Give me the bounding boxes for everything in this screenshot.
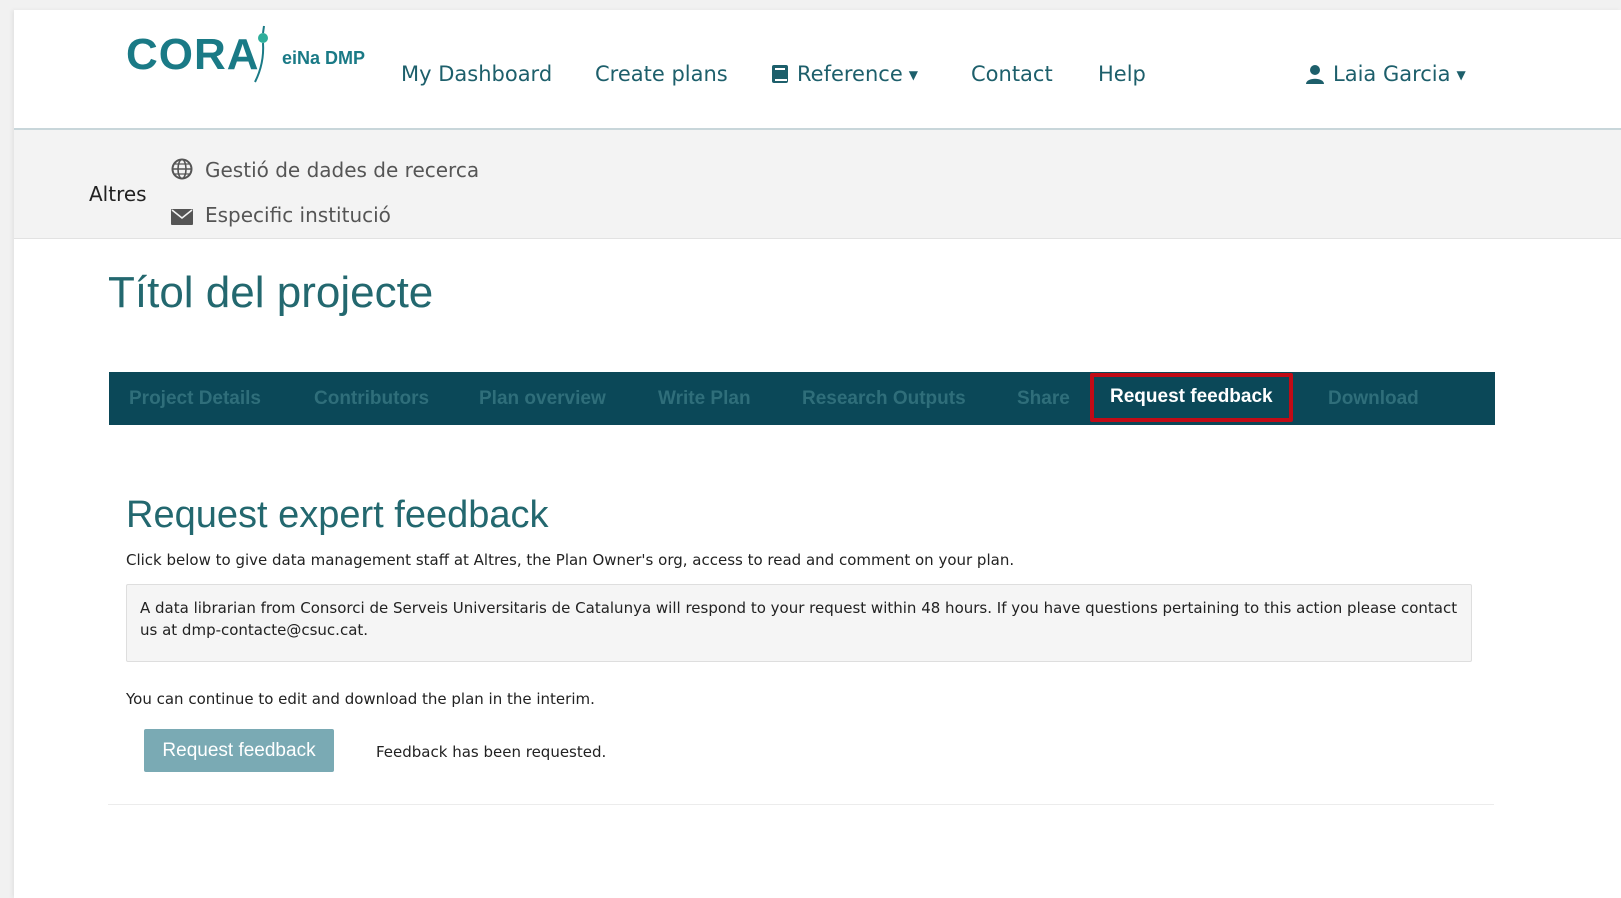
caret-down-icon: ▼: [908, 68, 918, 82]
user-menu[interactable]: Laia Garcia ▼: [1305, 62, 1466, 89]
logo-text: CORA: [126, 30, 260, 79]
tab-download[interactable]: Download: [1328, 372, 1419, 425]
request-feedback-button[interactable]: Request feedback: [144, 729, 334, 772]
globe-icon: [171, 158, 195, 185]
caret-down-icon: ▼: [1456, 68, 1466, 82]
section-title: Request expert feedback: [126, 494, 549, 536]
divider: [108, 804, 1494, 805]
nav-contact[interactable]: Contact: [971, 62, 1053, 86]
envelope-icon: [171, 206, 195, 230]
tab-research-outputs[interactable]: Research Outputs: [802, 372, 966, 425]
nav-reference[interactable]: Reference ▼: [771, 62, 918, 89]
info-note: A data librarian from Consorci de Servei…: [126, 584, 1472, 662]
tab-contributors[interactable]: Contributors: [314, 372, 429, 425]
nav-help[interactable]: Help: [1098, 62, 1146, 86]
tab-request-feedback[interactable]: Request feedback: [1090, 373, 1293, 422]
page: CORA eiNa DMP My Dashboard Create plans …: [14, 10, 1621, 898]
cora-logo[interactable]: CORA eiNa DMP: [126, 18, 386, 98]
org-link-label: Especific institució: [205, 203, 391, 227]
nav-my-dashboard[interactable]: My Dashboard: [401, 62, 552, 86]
logo-subtitle: eiNa DMP: [282, 48, 366, 68]
tab-write-plan[interactable]: Write Plan: [658, 372, 751, 425]
org-link-research-data[interactable]: Gestió de dades de recerca: [171, 158, 479, 185]
top-navbar: CORA eiNa DMP My Dashboard Create plans …: [14, 10, 1621, 130]
book-icon: [771, 64, 789, 89]
user-name: Laia Garcia: [1333, 62, 1451, 86]
logo-mark-icon: [254, 25, 268, 83]
project-title: Títol del projecte: [108, 268, 434, 317]
nav-reference-label: Reference: [797, 62, 903, 86]
tab-plan-overview[interactable]: Plan overview: [479, 372, 606, 425]
status-text: Feedback has been requested.: [376, 743, 607, 761]
intro-text: Click below to give data management staf…: [126, 551, 1015, 569]
plan-tabs: Project Details Contributors Plan overvi…: [109, 372, 1495, 425]
tab-share[interactable]: Share: [1017, 372, 1070, 425]
org-link-label: Gestió de dades de recerca: [205, 158, 480, 182]
interim-text: You can continue to edit and download th…: [126, 690, 595, 708]
org-link-institution[interactable]: Especific institució: [171, 203, 391, 230]
org-name: Altres: [89, 182, 147, 206]
nav-create-plans[interactable]: Create plans: [595, 62, 728, 86]
user-icon: [1305, 64, 1325, 89]
tab-project-details[interactable]: Project Details: [129, 372, 261, 425]
org-banner: Altres Gestió de dades de recerca Especi…: [14, 130, 1621, 239]
